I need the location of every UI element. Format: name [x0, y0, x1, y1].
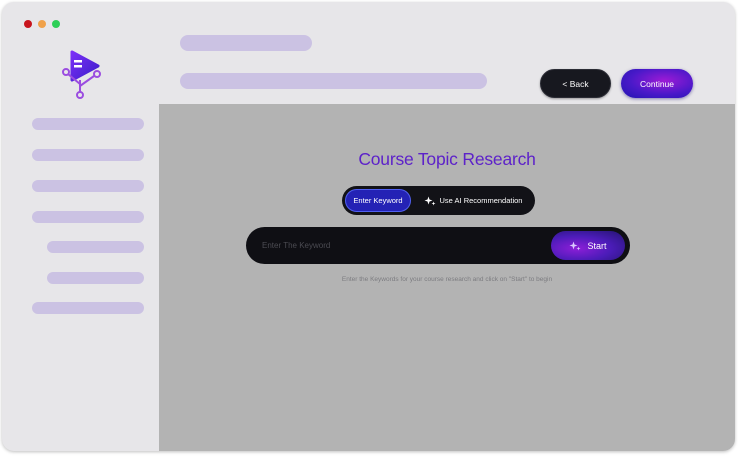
main-content: Course Topic Research Enter Keyword Use … — [159, 104, 735, 451]
start-button-label: Start — [587, 240, 607, 251]
page-title: Course Topic Research — [358, 149, 536, 169]
sidebar-item-placeholder[interactable] — [32, 302, 144, 314]
tab-label: Enter Keyword — [353, 196, 403, 205]
sidebar-subitem-placeholder[interactable] — [47, 272, 144, 284]
header-placeholder-title — [180, 35, 312, 51]
maximize-window-button[interactable] — [52, 20, 60, 28]
sidebar-item-placeholder[interactable] — [32, 149, 144, 161]
tab-label: Use AI Recommendation — [439, 196, 523, 205]
sidebar-item-placeholder[interactable] — [32, 118, 144, 130]
helper-text: Enter the Keywords for your course resea… — [341, 276, 553, 283]
back-button[interactable]: < Back — [540, 69, 611, 98]
app-window: < Back Continue Course Topic Research En… — [2, 2, 735, 451]
sidebar-item-placeholder[interactable] — [32, 211, 144, 223]
keyword-search-bar: Start — [246, 227, 630, 264]
header-placeholder-subtitle — [180, 73, 487, 89]
input-mode-toggle: Enter Keyword Use AI Recommendation — [342, 186, 535, 215]
minimize-window-button[interactable] — [38, 20, 46, 28]
close-window-button[interactable] — [24, 20, 32, 28]
tab-enter-keyword[interactable]: Enter Keyword — [345, 189, 411, 212]
app-logo-icon — [58, 46, 108, 100]
sidebar-subitem-placeholder[interactable] — [47, 241, 144, 253]
tab-use-ai-recommendation[interactable]: Use AI Recommendation — [414, 189, 532, 212]
continue-button[interactable]: Continue — [621, 69, 693, 98]
sparkle-icon — [569, 241, 581, 251]
window-controls — [24, 20, 60, 28]
keyword-input[interactable] — [262, 227, 542, 264]
start-button[interactable]: Start — [551, 231, 625, 260]
sparkle-icon — [424, 196, 436, 206]
sidebar-item-placeholder[interactable] — [32, 180, 144, 192]
